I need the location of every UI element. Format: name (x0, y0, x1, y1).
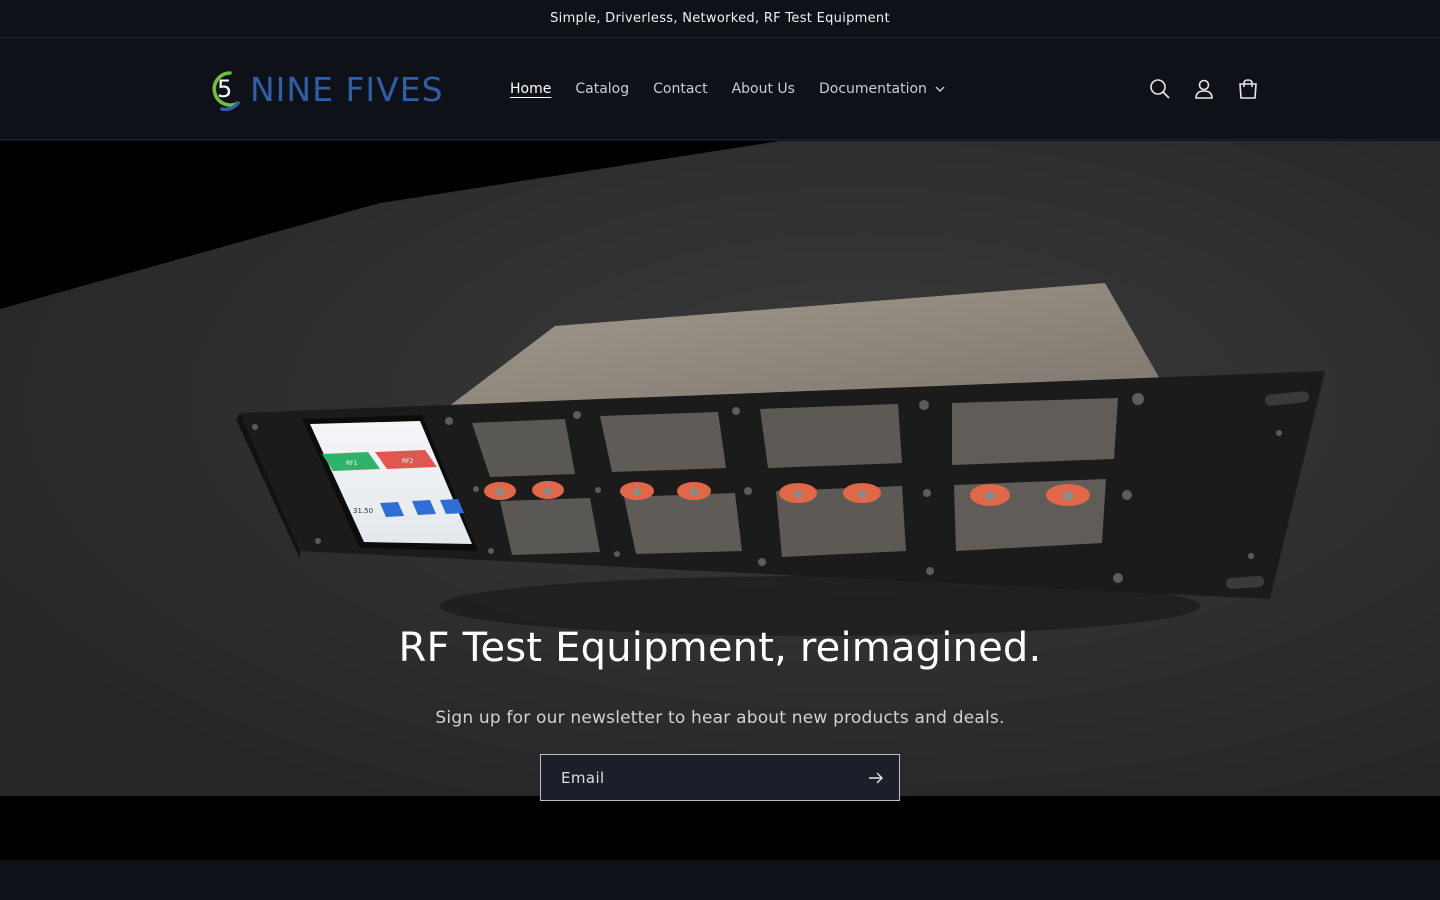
nav-contact-label: Contact (653, 81, 708, 97)
header-icons (1148, 75, 1260, 103)
nav-catalog[interactable]: Catalog (563, 75, 641, 103)
device-screen-rf2: RF2 (402, 458, 414, 465)
hero-subtitle: Sign up for our newsletter to hear about… (435, 708, 1005, 728)
hero-device-image: 31.50 RF1 RF2 (0, 141, 1440, 796)
nav-documentation[interactable]: Documentation (807, 75, 957, 103)
email-input[interactable] (541, 755, 851, 800)
nav-about-us-label: About Us (731, 81, 795, 97)
hero-banner: 31.50 RF1 RF2 RF Test Equipment, reimagi… (0, 141, 1440, 796)
nav-catalog-label: Catalog (575, 81, 630, 97)
newsletter-form (540, 754, 900, 801)
main-nav: Home Catalog Contact About Us Documentat… (498, 75, 957, 103)
brand-logo[interactable]: 5 NINE FIVES (208, 65, 444, 113)
hero-title: RF Test Equipment, reimagined. (398, 625, 1042, 671)
nav-home[interactable]: Home (498, 75, 563, 103)
newsletter-submit-button[interactable] (863, 765, 889, 791)
arrow-right-icon (869, 772, 883, 784)
brand-name: NINE FIVES (250, 69, 444, 109)
next-section (0, 860, 1440, 900)
search-icon[interactable] (1148, 75, 1172, 103)
nav-contact[interactable]: Contact (641, 75, 719, 103)
nav-home-label: Home (510, 81, 552, 97)
announcement-bar: Simple, Driverless, Networked, RF Test E… (0, 0, 1440, 38)
chevron-down-icon (935, 86, 945, 92)
site-header: 5 NINE FIVES Home Catalog Contact About … (0, 39, 1440, 140)
nav-documentation-label: Documentation (818, 81, 927, 97)
section-divider-band (0, 796, 1440, 860)
logo-mark-icon: 5 (212, 71, 240, 112)
device-screen-value: 31.50 (353, 507, 373, 515)
logo-digit: 5 (217, 75, 232, 103)
announcement-text: Simple, Driverless, Networked, RF Test E… (550, 11, 890, 26)
account-icon[interactable] (1192, 75, 1216, 103)
device-screen-rf1: RF1 (346, 460, 358, 467)
cart-icon[interactable] (1236, 75, 1260, 103)
nav-about-us[interactable]: About Us (720, 75, 807, 103)
